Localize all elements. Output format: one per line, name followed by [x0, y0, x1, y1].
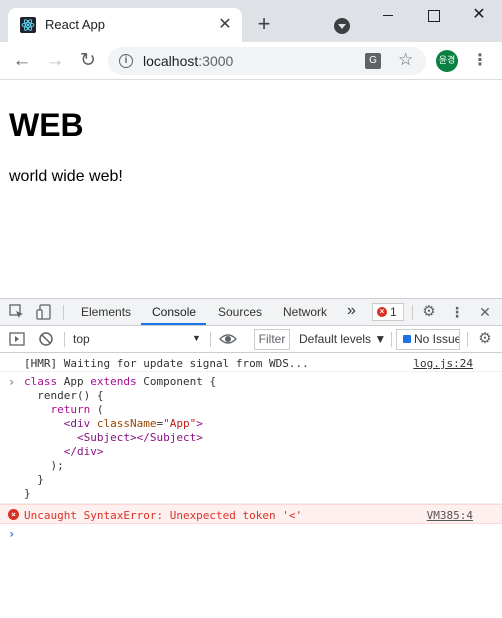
device-toolbar-icon[interactable]: [35, 303, 53, 321]
console-input-echo: › class App extends Component { render()…: [0, 372, 502, 504]
inspect-element-icon[interactable]: [8, 303, 26, 321]
code-line: </div>: [63, 445, 104, 458]
more-tabs-icon[interactable]: »: [347, 302, 356, 320]
url-text[interactable]: localhost:3000: [143, 53, 233, 69]
code-line: );: [24, 459, 64, 472]
console-error-message: × Uncaught SyntaxError: Unexpected token…: [0, 504, 502, 524]
forward-icon[interactable]: →: [43, 49, 67, 73]
tab-console[interactable]: Console: [152, 305, 196, 319]
code-line: <Subject></Subject>: [76, 431, 203, 444]
error-count: 1: [390, 305, 397, 319]
filter-input[interactable]: Filter: [254, 329, 290, 350]
context-selector[interactable]: top: [73, 332, 90, 346]
chevron-down-icon[interactable]: ▼: [192, 333, 201, 343]
issues-button[interactable]: No Issues: [396, 329, 460, 350]
devtools-close-icon[interactable]: ✕: [476, 303, 494, 321]
console-filter-bar: top ▼ Filter Default levels ▼ No Issues …: [0, 326, 502, 353]
page-heading: WEB: [9, 107, 84, 143]
address-bar[interactable]: i localhost:3000 G ☆: [108, 47, 426, 75]
toolbar-divider: [63, 305, 64, 320]
browser-toolbar: ← → ↻ i localhost:3000 G ☆: [0, 42, 502, 80]
log-source-link[interactable]: log.js:24: [413, 357, 473, 370]
browser-menu-icon[interactable]: ⋮: [472, 49, 488, 73]
page-paragraph: world wide web!: [9, 168, 123, 185]
error-text: Uncaught SyntaxError: Unexpected token '…: [24, 509, 303, 522]
toolbar-divider: [64, 332, 65, 347]
browser-tab[interactable]: React App ✕: [8, 8, 242, 42]
url-port: :3000: [198, 53, 234, 69]
log-levels-dropdown[interactable]: Default levels ▼: [299, 332, 386, 346]
issues-label: No Issues: [414, 332, 459, 346]
tab-close-icon[interactable]: ✕: [216, 16, 234, 34]
tab-sources[interactable]: Sources: [218, 305, 262, 319]
code-line: }: [24, 487, 31, 500]
prompt-chevron-icon: ›: [8, 527, 16, 541]
page-viewport: WEB world wide web!: [0, 81, 502, 298]
code-line: class App extends Component {: [24, 375, 217, 388]
maximize-icon[interactable]: [410, 0, 456, 30]
new-tab-icon[interactable]: +: [253, 13, 275, 35]
error-count-badge[interactable]: × 1: [372, 303, 404, 321]
toolbar-divider: [391, 332, 392, 347]
profile-avatar[interactable]: 윤경: [436, 50, 458, 72]
sidebar-toggle-icon[interactable]: [8, 330, 26, 348]
devtools-tab-bar: Elements Console Sources Network » × 1 ⚙…: [0, 299, 502, 326]
error-icon: ×: [8, 509, 19, 520]
toolbar-divider: [467, 332, 468, 347]
tab-elements[interactable]: Elements: [81, 305, 131, 319]
active-tab-indicator: [141, 323, 206, 325]
devtools-menu-icon[interactable]: ⋮: [448, 303, 466, 321]
console-prompt[interactable]: ›: [0, 524, 502, 544]
console-settings-icon[interactable]: ⚙: [476, 330, 494, 348]
code-line: <div className="App">: [63, 417, 203, 430]
reload-icon[interactable]: ↻: [76, 49, 100, 73]
window-close-icon[interactable]: ✕: [456, 0, 502, 30]
echo-chevron-icon: ›: [8, 375, 16, 389]
toolbar-divider: [412, 305, 413, 320]
eye-icon[interactable]: [219, 330, 237, 348]
site-info-icon[interactable]: i: [119, 54, 133, 68]
issues-icon: [403, 335, 411, 343]
console-message: [HMR] Waiting for update signal from WDS…: [0, 353, 502, 372]
tab-search-icon[interactable]: [334, 18, 350, 34]
code-line: render() {: [24, 389, 104, 402]
url-host: localhost: [143, 53, 199, 69]
tab-title: React App: [45, 17, 105, 32]
minimize-icon[interactable]: [365, 0, 411, 30]
code-line: return (: [50, 403, 104, 416]
toolbar-divider: [210, 332, 211, 347]
console-output: [HMR] Waiting for update signal from WDS…: [0, 353, 502, 618]
log-text: [HMR] Waiting for update signal from WDS…: [24, 357, 309, 370]
tab-strip: React App ✕ + ✕: [0, 0, 502, 42]
tab-network[interactable]: Network: [283, 305, 327, 319]
error-icon: ×: [377, 307, 387, 317]
code-line: }: [24, 473, 44, 486]
error-source-link[interactable]: VM385:4: [427, 509, 473, 522]
clear-console-icon[interactable]: [37, 330, 55, 348]
translate-icon[interactable]: G: [365, 53, 381, 69]
back-icon[interactable]: ←: [10, 49, 34, 73]
devtools-panel: Elements Console Sources Network » × 1 ⚙…: [0, 298, 502, 618]
settings-gear-icon[interactable]: ⚙: [420, 303, 438, 321]
react-icon: [20, 17, 36, 33]
bookmark-star-icon[interactable]: ☆: [398, 50, 413, 70]
